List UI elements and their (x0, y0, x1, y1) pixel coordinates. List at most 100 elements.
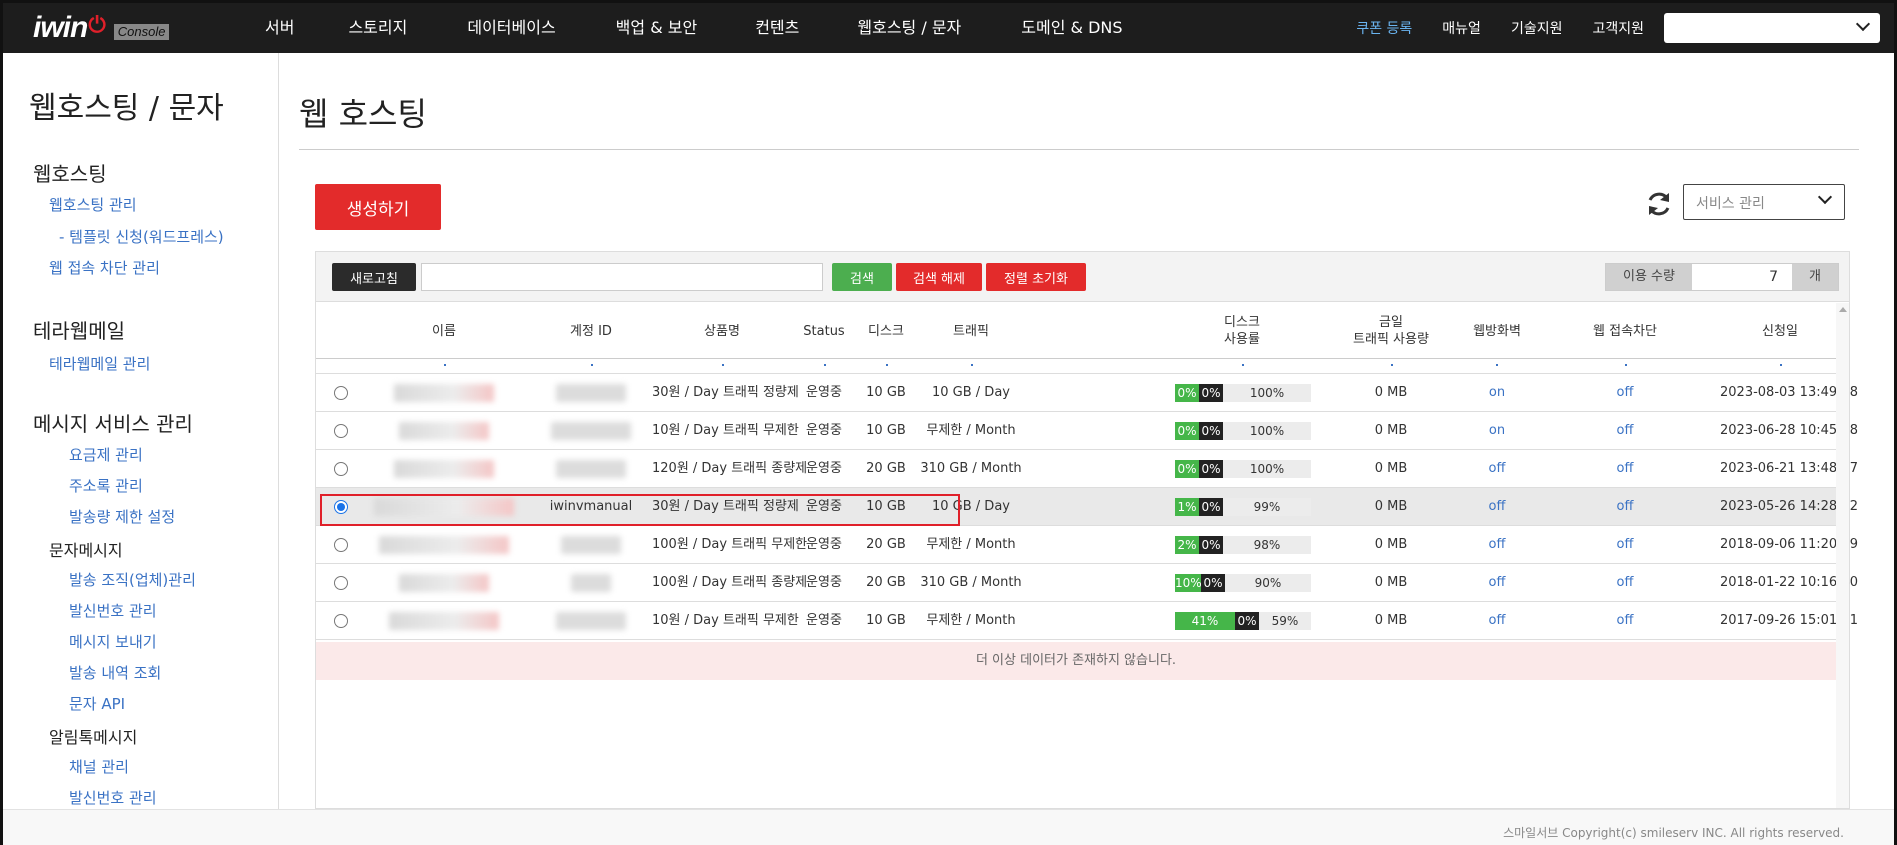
row-radio[interactable] (334, 424, 348, 438)
manual-link[interactable]: 매뉴얼 (1442, 18, 1481, 38)
sidebar-item-web-block[interactable]: 웹 접속 차단 관리 (49, 257, 160, 278)
sidebar-item-webhosting-manage[interactable]: 웹호스팅 관리 (49, 194, 137, 215)
sidebar-section-webhosting: 웹호스팅 (33, 162, 107, 186)
row-radio[interactable] (334, 500, 348, 514)
col-name[interactable]: 이름 (376, 303, 512, 359)
disk-usage-other: 0% (1201, 574, 1225, 592)
sidebar-item-sender-no-2[interactable]: 발신번호 관리 (69, 787, 157, 808)
sidebar-subsection-alimtalk: 알림톡메시지 (49, 728, 138, 747)
name-redacted (379, 536, 509, 554)
sidebar-item-terra-manage[interactable]: 테라웹메일 관리 (49, 353, 150, 374)
vertical-scrollbar[interactable] (1836, 303, 1849, 808)
col-disk[interactable]: 디스크 (856, 303, 916, 359)
search-input[interactable] (421, 263, 823, 291)
web-block-toggle[interactable]: off (1550, 374, 1700, 412)
disk-usage-free: 59% (1271, 614, 1299, 628)
col-product[interactable]: 상품명 (652, 303, 792, 359)
sidebar-item-sms-api[interactable]: 문자 API (69, 693, 125, 714)
table-row[interactable]: 10원 / Day 트래픽 무제한 운영중 10 GB 무제한 / Month 41% 0… (316, 602, 1858, 640)
reset-sort-button[interactable]: 정렬 초기화 (986, 263, 1086, 291)
row-radio[interactable] (334, 614, 348, 628)
waf-toggle[interactable]: off (1452, 526, 1542, 564)
col-web-block[interactable]: 웹 접속차단 (1550, 303, 1700, 359)
web-block-toggle[interactable]: off (1550, 412, 1700, 450)
col-status[interactable]: Status (794, 303, 854, 359)
nav-item-domain-dns[interactable]: 도메인 & DNS (1021, 3, 1122, 53)
row-radio[interactable] (334, 576, 348, 590)
waf-toggle[interactable]: off (1452, 450, 1542, 488)
brand-logo[interactable]: iwin ⏻ Console (33, 11, 170, 45)
sidebar-item-template-apply[interactable]: - 템플릿 신청(워드프레스) (59, 226, 224, 247)
list-toolbar: 새로고침 검색 검색 해제 정렬 초기화 이용 수량 7 개 (316, 252, 1849, 302)
sidebar-item-channel[interactable]: 채널 관리 (69, 756, 129, 777)
status-text: 운영중 (806, 499, 842, 514)
web-block-toggle[interactable]: off (1550, 526, 1700, 564)
table-row[interactable]: 100원 / Day 트래픽 종량제 운영중 20 GB 310 GB / Month… (316, 564, 1858, 602)
disk-usage-free: 90% (1254, 576, 1282, 590)
sidebar-item-org[interactable]: 발송 조직(업체)관리 (69, 569, 196, 590)
disk-usage-other: 0% (1199, 422, 1223, 440)
product-name: 30원 / Day 트래픽 정량제 (652, 385, 799, 400)
row-radio[interactable] (334, 538, 348, 552)
col-disk-usage[interactable]: 디스크 사용률 (1172, 303, 1312, 359)
nav-item-storage[interactable]: 스토리지 (348, 3, 407, 53)
nav-item-database[interactable]: 데이터베이스 (467, 3, 555, 53)
web-block-toggle[interactable]: off (1550, 602, 1700, 640)
sidebar-item-history[interactable]: 발송 내역 조회 (69, 662, 161, 683)
table-row[interactable]: 100원 / Day 트래픽 무제한 운영중 20 GB 무제한 / Month 2% 0… (316, 526, 1858, 564)
account-id: iwinvmanual (549, 499, 633, 514)
sidebar-item-limit[interactable]: 발송량 제한 설정 (69, 506, 175, 527)
waf-toggle[interactable]: on (1452, 374, 1542, 412)
waf-toggle[interactable]: off (1452, 602, 1542, 640)
search-button[interactable]: 검색 (832, 263, 892, 291)
col-date[interactable]: 신청일 (1720, 303, 1840, 359)
nav-item-contents[interactable]: 컨텐츠 (755, 3, 799, 53)
search-clear-button[interactable]: 검색 해제 (896, 263, 982, 291)
nav-item-backup-security[interactable]: 백업 & 보안 (616, 3, 698, 53)
table-row[interactable]: 10원 / Day 트래픽 무제한 운영중 10 GB 무제한 / Month 0% 0%… (316, 412, 1858, 450)
table-row[interactable]: 120원 / Day 트래픽 종량제 운영중 20 GB 310 GB / Month… (316, 450, 1858, 488)
product-name: 10원 / Day 트래픽 무제한 (652, 423, 799, 438)
logo-text: iwin (33, 11, 88, 44)
disk-usage-free: 98% (1253, 538, 1281, 552)
footer: 스마일서브 Copyright(c) smileserv INC. All ri… (3, 809, 1894, 845)
col-waf[interactable]: 웹방화벽 (1452, 303, 1542, 359)
disk-usage-other: 0% (1199, 498, 1223, 516)
refresh-button[interactable]: 새로고침 (332, 263, 416, 291)
page-title: 웹 호스팅 (299, 95, 427, 133)
create-button[interactable]: 생성하기 (315, 184, 441, 230)
coupon-register-link[interactable]: 쿠폰 등록 (1356, 18, 1412, 38)
account-id-redacted (551, 422, 631, 440)
disk-usage-other: 0% (1199, 536, 1223, 554)
row-radio[interactable] (334, 386, 348, 400)
web-block-toggle[interactable]: off (1550, 564, 1700, 602)
nav-item-webhosting-sms[interactable]: 웹호스팅 / 문자 (857, 3, 961, 53)
sidebar-section-message: 메시지 서비스 관리 (33, 412, 193, 436)
table-row[interactable]: iwinvmanual 30원 / Day 트래픽 정량제 운영중 10 GB 10 G… (316, 488, 1858, 526)
service-manage-select[interactable]: 서비스 관리 (1683, 184, 1845, 220)
row-radio[interactable] (334, 462, 348, 476)
account-select[interactable] (1664, 13, 1880, 43)
traffic-plan: 무제한 / Month (926, 613, 1016, 628)
customer-support-link[interactable]: 고객지원 (1592, 18, 1644, 38)
table-row[interactable]: 30원 / Day 트래픽 정량제 운영중 10 GB 10 GB / Day 0% 0%… (316, 374, 1858, 412)
console-badge: Console (113, 24, 170, 40)
sidebar-item-send-msg[interactable]: 메시지 보내기 (69, 631, 157, 652)
tech-support-link[interactable]: 기술지원 (1511, 18, 1563, 38)
col-account-id[interactable]: 계정 ID (536, 303, 646, 359)
sidebar-item-address[interactable]: 주소록 관리 (69, 475, 143, 496)
col-today-traffic[interactable]: 금일 트래픽 사용량 (1336, 303, 1446, 359)
sidebar-item-sender-no[interactable]: 발신번호 관리 (69, 600, 157, 621)
col-traffic[interactable]: 트래픽 (916, 303, 1026, 359)
waf-toggle[interactable]: off (1452, 488, 1542, 526)
refresh-icon[interactable] (1644, 189, 1674, 219)
main-nav: 서버 스토리지 데이터베이스 백업 & 보안 컨텐츠 웹호스팅 / 문자 도메인… (265, 3, 1123, 53)
waf-toggle[interactable]: off (1452, 564, 1542, 602)
today-traffic: 0 MB (1374, 575, 1408, 590)
web-block-toggle[interactable]: off (1550, 488, 1700, 526)
name-redacted (394, 460, 494, 478)
waf-toggle[interactable]: on (1452, 412, 1542, 450)
web-block-toggle[interactable]: off (1550, 450, 1700, 488)
sidebar-item-plan[interactable]: 요금제 관리 (69, 444, 143, 465)
nav-item-server[interactable]: 서버 (265, 3, 294, 53)
